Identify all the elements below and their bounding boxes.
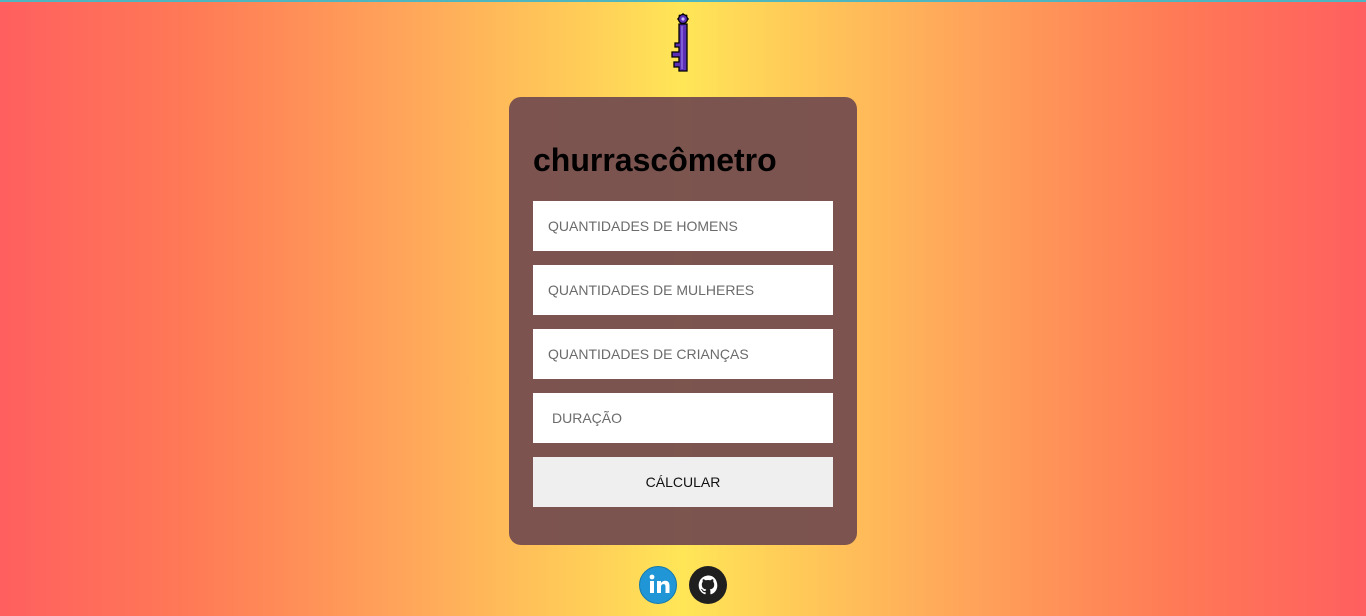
card-title: churrascômetro <box>533 142 777 178</box>
duration-input[interactable] <box>533 393 833 443</box>
linkedin-icon <box>649 574 670 593</box>
children-quantity-input[interactable] <box>533 329 833 379</box>
linkedin-link[interactable] <box>639 566 677 604</box>
women-quantity-input[interactable] <box>533 265 833 315</box>
github-icon <box>698 575 718 595</box>
github-link[interactable] <box>689 566 727 604</box>
key-icon <box>666 12 694 74</box>
calculator-card: churrascômetro CÁLCULAR <box>509 97 857 545</box>
calculate-button[interactable]: CÁLCULAR <box>533 457 833 507</box>
top-accent-line <box>0 0 1366 2</box>
men-quantity-input[interactable] <box>533 201 833 251</box>
